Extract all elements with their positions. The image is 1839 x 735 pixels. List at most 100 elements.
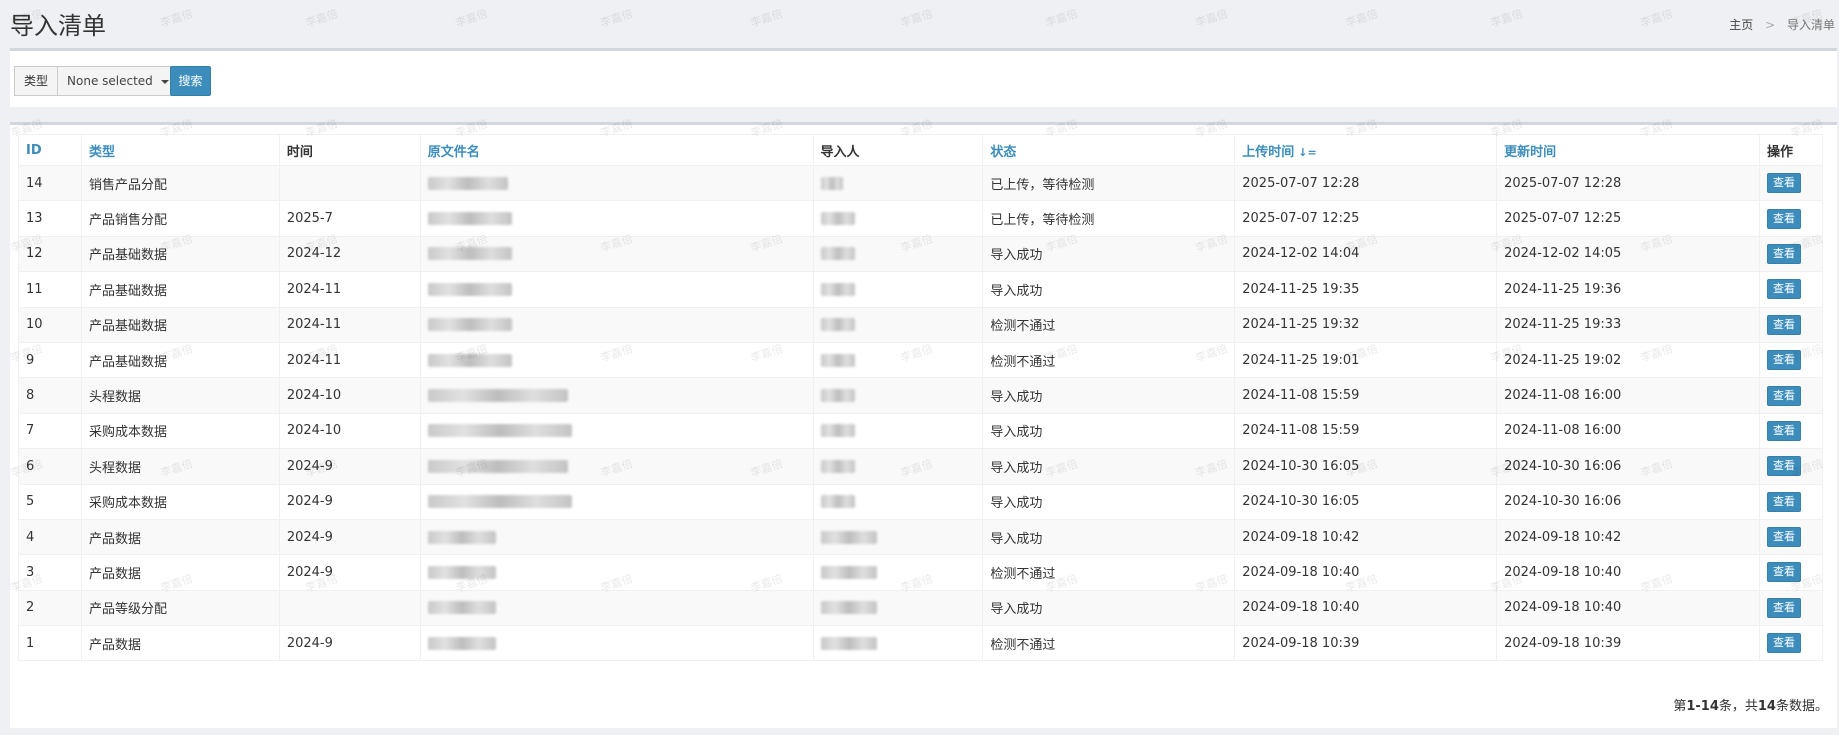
cell-filename bbox=[419, 306, 814, 343]
breadcrumb: 主页 > 导入清单 bbox=[1729, 16, 1835, 33]
cell-actions: 查看 bbox=[1758, 271, 1824, 308]
type-multiselect[interactable]: None selected bbox=[58, 66, 179, 96]
view-button[interactable]: 查看 bbox=[1766, 385, 1801, 406]
cell-id: 2 bbox=[18, 589, 82, 627]
cell-type: 产品销售分配 bbox=[80, 200, 280, 237]
view-button[interactable]: 查看 bbox=[1766, 350, 1801, 371]
column-header-update-time[interactable]: 更新时间 bbox=[1496, 134, 1760, 166]
summary-total: 14 bbox=[1757, 699, 1776, 714]
view-button[interactable]: 查看 bbox=[1766, 597, 1801, 618]
search-button[interactable]: 搜索 bbox=[170, 66, 211, 96]
column-header-type[interactable]: 类型 bbox=[80, 134, 280, 166]
cell-upload-time: 2024-12-02 14:04 bbox=[1234, 235, 1498, 273]
redacted-filename bbox=[427, 530, 496, 544]
cell-id: 7 bbox=[18, 412, 82, 450]
cell-status: 检测不通过 bbox=[982, 625, 1236, 662]
cell-filename bbox=[419, 271, 814, 308]
view-button[interactable]: 查看 bbox=[1766, 456, 1801, 477]
cell-type: 采购成本数据 bbox=[80, 483, 280, 520]
column-header-upload-time[interactable]: 上传时间 ↓= bbox=[1234, 134, 1498, 166]
cell-time: 2024-12 bbox=[278, 235, 421, 273]
cell-time bbox=[278, 589, 421, 627]
cell-id: 12 bbox=[18, 235, 82, 273]
view-button[interactable]: 查看 bbox=[1766, 633, 1801, 654]
cell-upload-time: 2024-11-25 19:35 bbox=[1234, 271, 1498, 308]
view-button[interactable]: 查看 bbox=[1766, 491, 1801, 512]
cell-importer bbox=[812, 341, 984, 379]
redacted-importer bbox=[820, 565, 877, 579]
pagination-summary: 第1-14条，共14条数据。 bbox=[1673, 695, 1828, 714]
view-button[interactable]: 查看 bbox=[1766, 243, 1801, 264]
table-header-row: ID 类型 时间 原文件名 导入人 状态 上传时间 ↓= 更新时间 操作 bbox=[18, 134, 1824, 166]
cell-update-time: 2024-11-08 16:00 bbox=[1496, 412, 1760, 450]
cell-status: 已上传，等待检测 bbox=[982, 200, 1236, 237]
redacted-filename bbox=[427, 212, 512, 226]
cell-upload-time: 2024-11-25 19:01 bbox=[1234, 341, 1498, 379]
table-row: 2 产品等级分配 导入成功 2024-09-18 10:40 2024-09-18 10… bbox=[18, 589, 1824, 627]
table-row: 6 头程数据 2024-9 导入成功 2024-10-30 16:05 2024-10-3… bbox=[18, 448, 1824, 485]
cell-update-time: 2025-07-07 12:25 bbox=[1496, 200, 1760, 237]
cell-filename bbox=[419, 518, 814, 556]
cell-status: 导入成功 bbox=[982, 483, 1236, 520]
cell-actions: 查看 bbox=[1758, 518, 1824, 556]
cell-id: 4 bbox=[18, 518, 82, 556]
cell-status: 导入成功 bbox=[982, 235, 1236, 273]
cell-importer bbox=[812, 554, 984, 591]
column-header-filename[interactable]: 原文件名 bbox=[419, 134, 814, 166]
cell-filename bbox=[419, 448, 814, 485]
redacted-importer bbox=[820, 247, 855, 261]
cell-type: 头程数据 bbox=[80, 448, 280, 485]
cell-filename bbox=[419, 483, 814, 520]
column-header-id[interactable]: ID bbox=[18, 134, 82, 166]
column-header-importer: 导入人 bbox=[812, 134, 984, 166]
redacted-filename bbox=[427, 459, 568, 473]
cell-update-time: 2024-09-18 10:39 bbox=[1496, 625, 1760, 662]
cell-id: 9 bbox=[18, 341, 82, 379]
cell-type: 采购成本数据 bbox=[80, 412, 280, 450]
table-row: 12 产品基础数据 2024-12 导入成功 2024-12-02 14:04 2024-… bbox=[18, 235, 1824, 273]
cell-time: 2024-10 bbox=[278, 377, 421, 414]
cell-time: 2025-7 bbox=[278, 200, 421, 237]
view-button[interactable]: 查看 bbox=[1766, 562, 1801, 583]
cell-id: 11 bbox=[18, 271, 82, 308]
table-row: 11 产品基础数据 2024-11 导入成功 2024-11-25 19:35 2024-… bbox=[18, 271, 1824, 308]
cell-status: 检测不通过 bbox=[982, 554, 1236, 591]
redacted-importer bbox=[820, 389, 855, 403]
cell-type: 产品基础数据 bbox=[80, 235, 280, 273]
view-button[interactable]: 查看 bbox=[1766, 208, 1801, 229]
breadcrumb-home[interactable]: 主页 bbox=[1729, 18, 1753, 32]
caret-down-icon bbox=[160, 79, 169, 84]
cell-upload-time: 2024-11-25 19:32 bbox=[1234, 306, 1498, 343]
cell-id: 14 bbox=[18, 164, 82, 202]
summary-suffix: 条数据。 bbox=[1775, 699, 1828, 714]
redacted-filename bbox=[427, 636, 496, 650]
cell-update-time: 2024-11-08 16:00 bbox=[1496, 377, 1760, 414]
cell-status: 导入成功 bbox=[982, 377, 1236, 414]
redacted-importer bbox=[820, 530, 877, 544]
table-row: 13 产品销售分配 2025-7 已上传，等待检测 2025-07-07 12:25 20… bbox=[18, 200, 1824, 237]
view-button[interactable]: 查看 bbox=[1766, 314, 1801, 335]
cell-importer bbox=[812, 518, 984, 556]
redacted-importer bbox=[820, 353, 855, 367]
column-header-status[interactable]: 状态 bbox=[982, 134, 1236, 166]
cell-status: 导入成功 bbox=[982, 412, 1236, 450]
cell-update-time: 2024-10-30 16:06 bbox=[1496, 448, 1760, 485]
cell-importer bbox=[812, 589, 984, 627]
cell-type: 产品等级分配 bbox=[80, 589, 280, 627]
cell-actions: 查看 bbox=[1758, 377, 1824, 414]
cell-status: 检测不通过 bbox=[982, 341, 1236, 379]
cell-id: 6 bbox=[18, 448, 82, 485]
sort-desc-icon: ↓= bbox=[1298, 145, 1317, 159]
breadcrumb-current: 导入清单 bbox=[1786, 18, 1835, 32]
view-button[interactable]: 查看 bbox=[1766, 173, 1801, 194]
cell-type: 产品基础数据 bbox=[80, 306, 280, 343]
cell-actions: 查看 bbox=[1758, 412, 1824, 450]
view-button[interactable]: 查看 bbox=[1766, 420, 1801, 441]
view-button[interactable]: 查看 bbox=[1766, 527, 1801, 548]
cell-type: 产品数据 bbox=[80, 554, 280, 591]
view-button[interactable]: 查看 bbox=[1766, 279, 1801, 300]
cell-importer bbox=[812, 448, 984, 485]
type-filter-label: 类型 bbox=[14, 66, 59, 96]
cell-filename bbox=[419, 164, 814, 202]
redacted-filename bbox=[427, 353, 512, 367]
